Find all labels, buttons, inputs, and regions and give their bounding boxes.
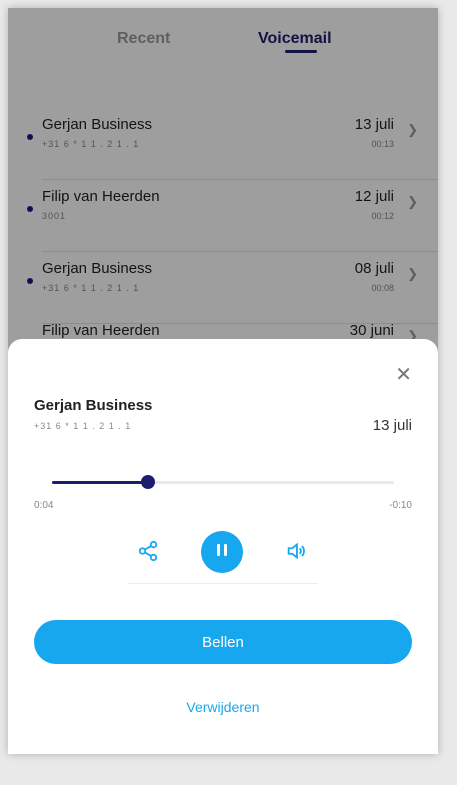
caller-number: +31 6 * 1 1 . 2 1 . 1 xyxy=(34,421,132,431)
playback-thumb[interactable] xyxy=(140,475,155,489)
speaker-icon[interactable] xyxy=(284,539,308,563)
divider xyxy=(128,583,318,584)
time-remaining: -0:10 xyxy=(389,500,412,511)
pause-button[interactable] xyxy=(201,531,243,573)
voicemail-player-sheet: ✕ Gerjan Business +31 6 * 1 1 . 2 1 . 1 … xyxy=(8,339,438,754)
close-icon[interactable]: ✕ xyxy=(395,365,412,385)
time-elapsed: 0:04 xyxy=(34,500,54,511)
delete-button[interactable]: Verwijderen xyxy=(8,699,438,715)
share-icon[interactable] xyxy=(136,539,160,563)
pause-icon xyxy=(215,543,229,561)
playback-progress xyxy=(52,481,148,484)
voicemail-date: 13 juli xyxy=(372,417,412,434)
call-button[interactable]: Bellen xyxy=(34,620,412,664)
playback-slider[interactable] xyxy=(52,475,394,489)
caller-name: Gerjan Business xyxy=(34,397,153,414)
phone-screen: Recent Voicemail Gerjan Business +31 6 *… xyxy=(8,8,438,754)
